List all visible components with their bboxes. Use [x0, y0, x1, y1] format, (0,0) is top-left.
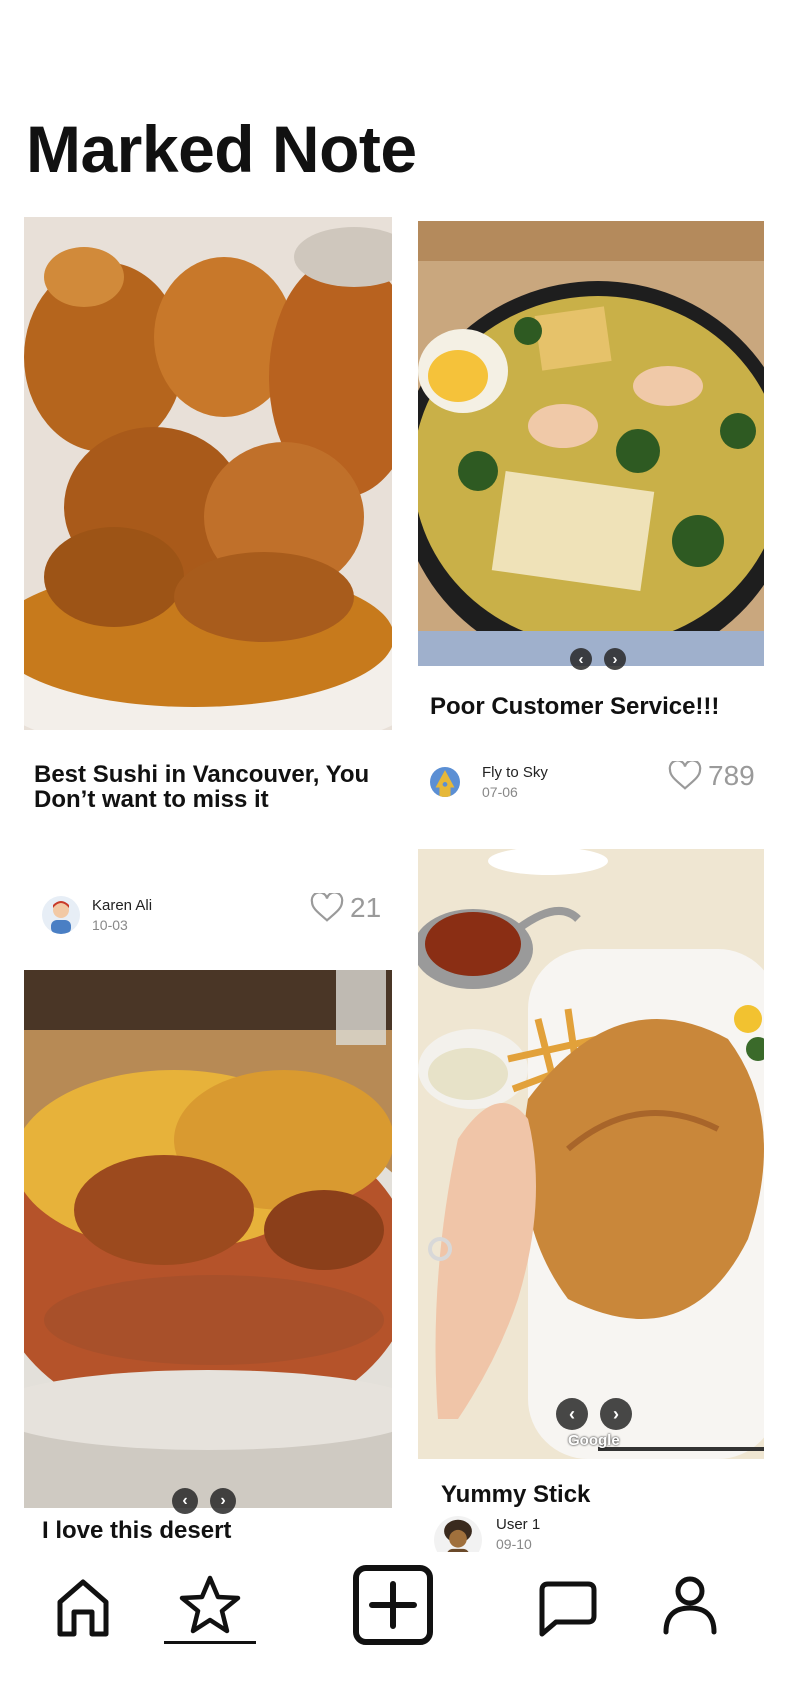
post-title-2[interactable]: Poor Customer Service!!!	[430, 694, 760, 719]
avatar	[434, 1516, 482, 1552]
carousel-next-button[interactable]: ›	[210, 1488, 236, 1514]
carousel-prev-button[interactable]: ‹	[556, 1398, 588, 1430]
avatar	[42, 896, 80, 934]
carousel-prev-button[interactable]: ‹	[172, 1488, 198, 1514]
tab-messages[interactable]	[538, 1580, 598, 1638]
tab-profile[interactable]	[660, 1574, 720, 1636]
post-title-3[interactable]: I love this desert	[42, 1518, 382, 1543]
seafood-soup-photo	[418, 221, 764, 666]
person-icon	[663, 1576, 717, 1635]
like-count: 789	[708, 760, 755, 791]
star-icon	[179, 1575, 241, 1634]
tab-create[interactable]	[352, 1564, 434, 1646]
carousel-next-button[interactable]: ›	[600, 1398, 632, 1430]
plus-square-icon	[353, 1565, 433, 1645]
post-author-4[interactable]: User 1 09-10	[434, 1516, 540, 1552]
post-date: 07-06	[482, 784, 518, 800]
author-name: Karen Ali	[92, 897, 153, 914]
post-image-3[interactable]	[24, 970, 392, 1508]
image-carousel-controls-3: ‹ ›	[172, 1488, 236, 1514]
tab-marked[interactable]	[178, 1574, 242, 1636]
image-carousel-controls-4: ‹ ›	[556, 1398, 632, 1430]
chat-bubble-icon	[539, 1581, 597, 1637]
page-title: Marked Note	[26, 112, 417, 186]
post-image-2[interactable]	[418, 221, 764, 666]
post-date: 09-10	[496, 1536, 532, 1552]
author-name: Fly to Sky	[482, 764, 548, 781]
baked-dish-photo	[24, 970, 392, 1508]
fried-cutlet-photo	[418, 849, 764, 1459]
tab-home[interactable]	[54, 1576, 112, 1638]
post-author-2[interactable]: Fly to Sky 07-06	[430, 764, 548, 800]
avatar	[430, 767, 460, 797]
fried-chicken-photo	[24, 217, 392, 730]
carousel-next-button[interactable]: ›	[604, 648, 626, 670]
heart-icon	[668, 761, 702, 790]
post-image-4[interactable]	[418, 849, 764, 1459]
post-date: 10-03	[92, 917, 128, 933]
post-title-1[interactable]: Best Sushi in Vancouver, You Don’t want …	[34, 762, 384, 813]
active-tab-indicator	[164, 1641, 256, 1644]
author-name: User 1	[496, 1516, 541, 1533]
heart-icon	[310, 893, 344, 922]
image-carousel-controls-2: ‹ ›	[570, 648, 626, 670]
like-button-1[interactable]: 21	[310, 892, 381, 924]
carousel-prev-button[interactable]: ‹	[570, 648, 592, 670]
post-title-4[interactable]: Yummy Stick	[441, 1482, 761, 1507]
map-watermark: Google	[568, 1432, 620, 1449]
post-author-1[interactable]: Karen Ali 10-03	[42, 896, 152, 934]
like-count: 21	[350, 892, 382, 923]
post-image-1[interactable]	[24, 217, 392, 730]
home-icon	[57, 1579, 109, 1637]
like-button-2[interactable]: 789	[668, 760, 755, 792]
